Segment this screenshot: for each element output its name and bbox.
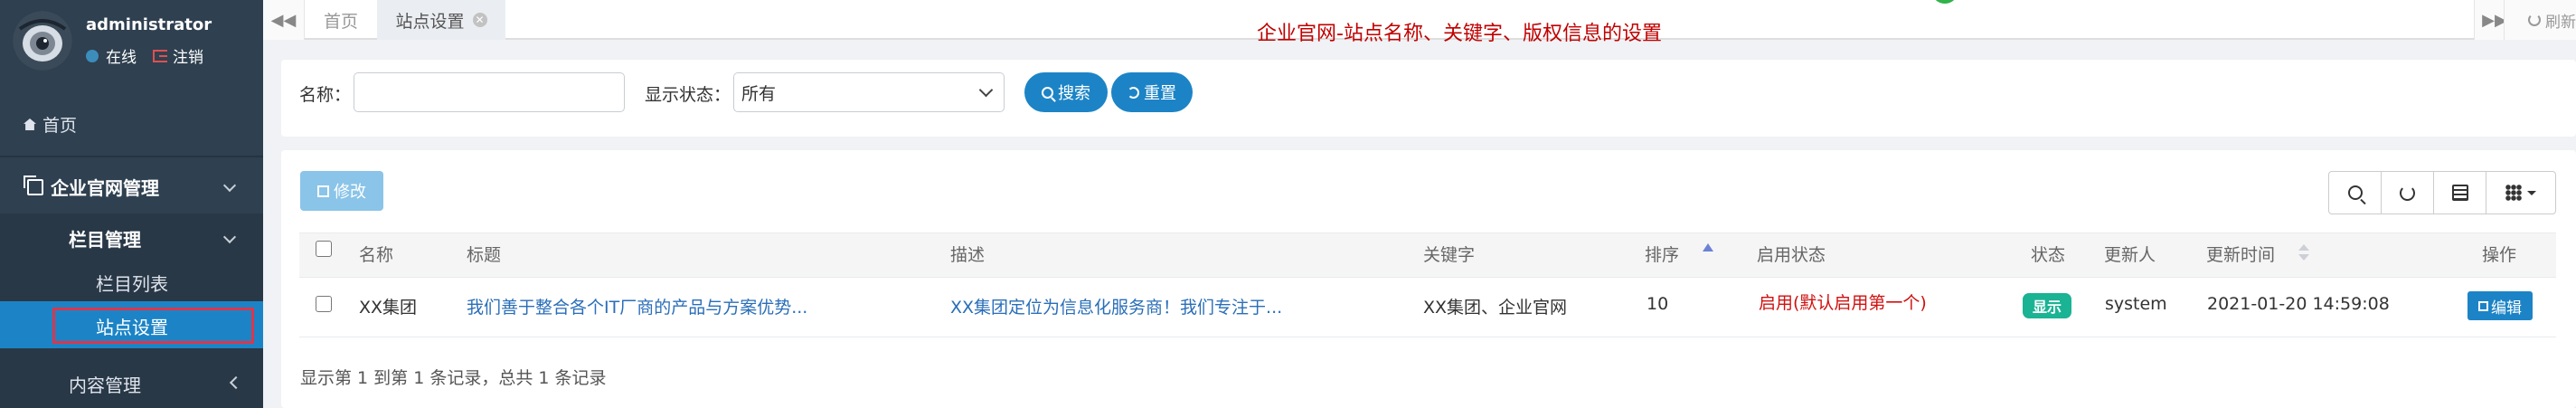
search-panel [281,60,2576,137]
row-edit-button-label: 编辑 [2491,299,2522,318]
columns-icon [2505,185,2522,201]
sidebar-item-home-label: 首页 [42,116,78,136]
tab-home[interactable]: 首页 [305,0,377,40]
refresh-icon [1128,86,1139,99]
user-panel: administrator 在线 注销 [0,0,263,86]
cell-updated: 2021-01-20 14:59:08 [2207,294,2390,314]
row-checkbox[interactable] [316,296,332,312]
status-select-value: 所有 [741,83,777,104]
sidebar-group-website-label: 企业官网管理 [51,177,159,199]
sidebar-item-site-settings-label: 站点设置 [96,317,168,338]
select-all-checkbox[interactable] [316,241,332,257]
name-label: 名称： [299,85,352,105]
sidebar-item-home[interactable]: 首页 [24,112,77,137]
toolbar-search-button[interactable] [2329,172,2382,213]
toolbar-card-view-button[interactable] [2434,172,2486,213]
avatar[interactable] [13,11,72,71]
edit-button[interactable]: 修改 [300,171,383,211]
chevron-down-icon [978,82,994,98]
status-label: 显示状态： [645,85,731,105]
cell-order: 10 [1647,294,1669,314]
column-header-action: 操作 [2482,245,2517,265]
status-select[interactable]: 所有 [733,72,1005,112]
cell-name: XX集团 [359,298,418,318]
chevron-down-icon [222,178,237,193]
search-button-label: 搜索 [1058,84,1090,103]
logout-link[interactable]: 注销 [173,44,203,67]
refresh-label: 刷新 [2545,13,2576,32]
column-header-order[interactable]: 排序 [1645,242,1679,266]
toolbar-columns-button[interactable] [2486,172,2555,213]
column-header-desc: 描述 [950,245,986,265]
column-header-keywords: 关键字 [1423,245,1476,265]
cell-title-link[interactable]: 我们善于整合各个IT厂商的产品与方案优势... [467,294,807,318]
sidebar-group-website[interactable]: 企业官网管理 [24,174,159,200]
toolbar-refresh-button[interactable] [2382,172,2434,213]
edit-button-label: 修改 [334,183,366,202]
close-icon[interactable]: ✕ [472,13,487,27]
cell-keywords: XX集团、企业官网 [1423,298,1568,318]
home-icon [24,119,36,130]
cell-enable-status: 启用(默认启用第一个) [1759,293,1927,313]
column-header-status: 状态 [2031,245,2066,265]
refresh-button[interactable]: 刷新 [2504,0,2576,40]
annotation-text: 企业官网-站点名称、关键字、版权信息的设置 [1257,23,1662,45]
search-button[interactable]: 搜索 [1024,72,1108,112]
tab-site-settings-label: 站点设置 [395,11,465,32]
cell-updater: system [2105,294,2167,314]
column-header-enable: 启用状态 [1757,245,1826,265]
divider [0,156,263,157]
table-toolbar [2328,171,2556,214]
reset-button-label: 重置 [1144,84,1176,103]
tab-site-settings[interactable]: 站点设置 ✕ [377,0,505,40]
column-header-title: 标题 [467,245,502,265]
refresh-icon [2400,185,2415,201]
edit-icon [2478,300,2488,311]
sidebar: administrator 在线 注销 首页 企业官网管理 栏目管理 栏目列表 … [0,0,263,408]
copy-icon [24,175,43,195]
column-header-updated[interactable]: 更新时间 [2206,242,2275,266]
name-input[interactable] [354,72,625,112]
double-chevron-left-icon: ◀◀ [270,10,297,30]
search-icon [2347,185,2363,200]
caret-down-icon [2527,190,2536,195]
search-icon [1042,86,1053,99]
sidebar-subgroup-columns[interactable]: 栏目管理 [69,225,141,251]
cell-desc-link[interactable]: XX集团定位为信息化服务商！我们专注于... [950,294,1282,318]
pagination-info: 显示第 1 到第 1 条记录，总共 1 条记录 [300,368,607,388]
reset-button[interactable]: 重置 [1111,72,1193,112]
username: administrator [86,15,212,34]
table-panel [281,150,2576,408]
tabs-scroll-left-button[interactable]: ◀◀ [263,0,305,40]
card-view-icon [2451,185,2468,201]
user-status: 在线 注销 [86,44,203,67]
row-edit-button[interactable]: 编辑 [2467,291,2533,320]
online-status-icon [86,49,99,62]
sidebar-item-column-list[interactable]: 栏目列表 [96,270,168,296]
sort-icon[interactable] [2298,244,2309,261]
online-status-label: 在线 [106,49,137,67]
sidebar-item-content[interactable]: 内容管理 [69,371,141,397]
refresh-icon [2528,14,2541,26]
status-badge: 显示 [2023,293,2071,318]
edit-icon [317,185,329,197]
column-header-updater: 更新人 [2104,245,2156,265]
sort-asc-icon[interactable] [1703,243,1713,251]
column-header-name: 名称 [359,245,394,265]
logout-icon[interactable] [153,49,167,62]
